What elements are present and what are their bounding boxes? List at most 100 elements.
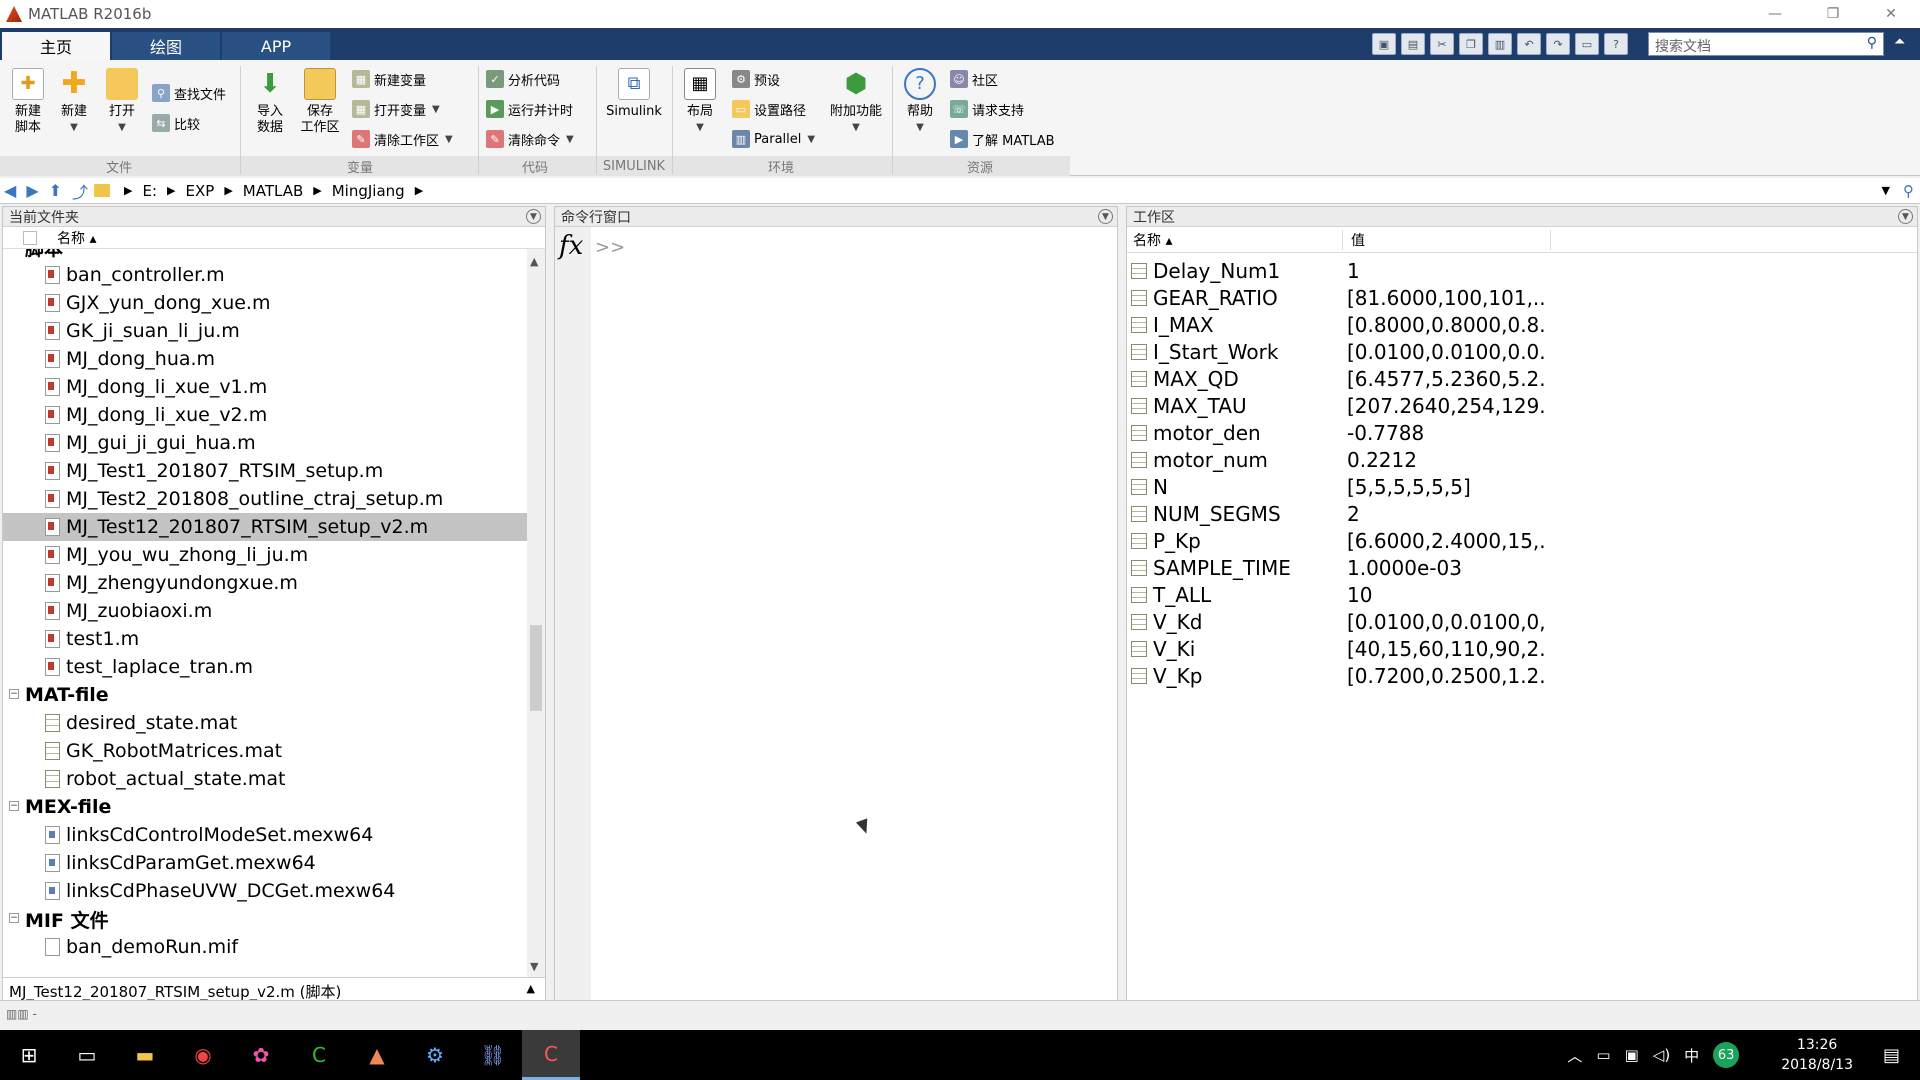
clear-commands-button[interactable]: ✎ 清除命令 ▼ xyxy=(486,128,574,150)
compare-button[interactable]: ⇆ 比较 xyxy=(152,112,200,134)
matlab-taskbar-icon[interactable]: ▲ xyxy=(348,1030,406,1080)
file-item[interactable]: desired_state.mat xyxy=(3,709,527,737)
simulink-button[interactable]: ⧉ Simulink xyxy=(604,68,664,158)
restore-button[interactable]: ❐ xyxy=(1804,0,1862,28)
breadcrumb-drive[interactable]: E: xyxy=(143,182,158,200)
save-workspace-button[interactable]: 保存 工作区 xyxy=(292,68,348,158)
undo-icon[interactable]: ↶ xyxy=(1517,33,1541,55)
file-item[interactable]: ban_controller.m xyxy=(3,261,527,289)
camtasia-icon[interactable]: C xyxy=(290,1030,348,1080)
browse-folder-icon[interactable]: ⤴ xyxy=(72,179,88,203)
up-folder-icon[interactable]: ⬆ xyxy=(49,181,62,200)
workspace-row[interactable]: V_Ki [40,15,60,110,90,2... xyxy=(1127,635,1907,662)
scroll-thumb[interactable] xyxy=(530,625,542,711)
collapse-ribbon-icon[interactable]: ⏶ xyxy=(1894,34,1905,50)
layout-button[interactable]: ▦ 布局 ▼ xyxy=(672,68,728,158)
workspace-row[interactable]: Delay_Num1 1 xyxy=(1127,257,1907,284)
tray-expand-icon[interactable]: ︿ xyxy=(1567,1045,1582,1066)
file-item[interactable]: GJX_yun_dong_xue.m xyxy=(3,289,527,317)
file-item[interactable]: linksCdPhaseUVW_DCGet.mexw64 xyxy=(3,877,527,905)
switch-windows-icon[interactable]: ▭ xyxy=(1575,33,1599,55)
scroll-up-icon[interactable]: ▲ xyxy=(530,255,538,268)
search-icon[interactable]: ⚲ xyxy=(1867,35,1877,51)
section-mat-file[interactable]: − MAT-file xyxy=(3,681,527,709)
ime-indicator[interactable]: 中 xyxy=(1684,1045,1699,1066)
workspace-row[interactable]: motor_den -0.7788 xyxy=(1127,419,1907,446)
file-item[interactable]: MJ_you_wu_zhong_li_ju.m xyxy=(3,541,527,569)
workspace-row[interactable]: V_Kd [0.0100,0,0.0100,0,... xyxy=(1127,608,1907,635)
section-mex-file[interactable]: − MEX-file xyxy=(3,793,527,821)
function-browser-icon[interactable]: fx xyxy=(559,231,583,261)
file-item[interactable]: MJ_dong_li_xue_v1.m xyxy=(3,373,527,401)
scroll-down-icon[interactable]: ▼ xyxy=(530,960,538,973)
forward-arrow-icon[interactable]: ▶ xyxy=(26,181,38,200)
file-explorer-icon[interactable]: ▬ xyxy=(116,1030,174,1080)
help-icon[interactable]: ? xyxy=(1604,33,1628,55)
folder-scrollbar[interactable]: ▲ ▼ xyxy=(527,249,545,977)
file-item[interactable]: GK_ji_suan_li_ju.m xyxy=(3,317,527,345)
import-data-button[interactable]: ⬇ 导入 数据 xyxy=(242,68,298,158)
collapse-section-icon[interactable]: − xyxy=(9,689,19,699)
workspace-col-name[interactable]: 名称 ▴ xyxy=(1133,229,1343,250)
file-item[interactable]: test1.m xyxy=(3,625,527,653)
open-button[interactable]: 打开 ▼ xyxy=(94,68,150,158)
settings-app-icon[interactable]: ⚙ xyxy=(406,1030,464,1080)
new-variable-button[interactable]: ▦ 新建变量 xyxy=(352,68,426,90)
workspace-row[interactable]: P_Kp [6.6000,2.4000,15,... xyxy=(1127,527,1907,554)
workspace-row[interactable]: GEAR_RATIO [81.6000,100,101,... xyxy=(1127,284,1907,311)
color-app-icon[interactable]: ✿ xyxy=(232,1030,290,1080)
collapse-section-icon[interactable]: − xyxy=(9,913,19,923)
workspace-row[interactable]: I_MAX [0.8000,0.8000,0.8... xyxy=(1127,311,1907,338)
copy-icon[interactable]: ❐ xyxy=(1459,33,1483,55)
back-arrow-icon[interactable]: ◀ xyxy=(4,181,16,200)
workspace-row[interactable]: N [5,5,5,5,5,5] xyxy=(1127,473,1907,500)
notification-icon[interactable]: ▤ xyxy=(1883,1045,1900,1066)
clear-workspace-button[interactable]: ✎ 清除工作区 ▼ xyxy=(352,128,453,150)
section-mif-file[interactable]: − MIF 文件 xyxy=(3,905,527,933)
minimize-button[interactable]: — xyxy=(1746,0,1804,28)
breadcrumb-matlab[interactable]: MATLAB xyxy=(243,182,303,200)
file-item[interactable]: linksCdControlModeSet.mexw64 xyxy=(3,821,527,849)
start-button[interactable]: ⊞ xyxy=(0,1030,58,1080)
file-item[interactable]: linksCdParamGet.mexw64 xyxy=(3,849,527,877)
workspace-row[interactable]: MAX_QD [6.4577,5.2360,5.2... xyxy=(1127,365,1907,392)
learn-matlab-button[interactable]: ▶ 了解 MATLAB xyxy=(950,128,1055,150)
tab-home[interactable]: 主页 xyxy=(2,32,110,60)
request-support-button[interactable]: ☏ 请求支持 xyxy=(950,98,1024,120)
workspace-row[interactable]: MAX_TAU [207.2640,254,129.... xyxy=(1127,392,1907,419)
find-files-button[interactable]: ⚲ 查找文件 xyxy=(152,82,226,104)
quick-access-icon[interactable]: ▣ xyxy=(1372,33,1396,55)
details-expand-icon[interactable]: ▲ xyxy=(527,982,535,995)
workspace-col-value[interactable]: 值 xyxy=(1351,229,1551,250)
open-variable-button[interactable]: ▦ 打开变量 ▼ xyxy=(352,98,440,120)
analyze-code-button[interactable]: ✓ 分析代码 xyxy=(486,68,560,90)
tab-apps[interactable]: APP xyxy=(222,32,330,60)
run-and-time-button[interactable]: ▶ 运行并计时 xyxy=(486,98,573,120)
network-icon[interactable]: ▣ xyxy=(1625,1046,1639,1064)
file-item[interactable]: GK_RobotMatrices.mat xyxy=(3,737,527,765)
system-clock[interactable]: 13:26 2018/8/13 xyxy=(1781,1035,1853,1075)
breadcrumb-exp[interactable]: EXP xyxy=(186,182,215,200)
volume-icon[interactable]: ◁) xyxy=(1653,1046,1670,1064)
section-scripts[interactable]: 脚本 xyxy=(3,249,527,261)
close-button[interactable]: ✕ xyxy=(1862,0,1920,28)
file-item[interactable]: MJ_dong_hua.m xyxy=(3,345,527,373)
file-item[interactable]: ban_demoRun.mif xyxy=(3,933,527,961)
set-path-button[interactable]: ▭ 设置路径 xyxy=(732,98,806,120)
help-button[interactable]: ? 帮助 ▼ xyxy=(892,68,948,158)
collapse-section-icon[interactable]: − xyxy=(9,801,19,811)
file-item[interactable]: MJ_gui_ji_gui_hua.m xyxy=(3,429,527,457)
task-view-icon[interactable]: ▭ xyxy=(58,1030,116,1080)
workspace-row[interactable]: SAMPLE_TIME 1.0000e-03 xyxy=(1127,554,1907,581)
tab-plots[interactable]: 绘图 xyxy=(112,32,220,60)
file-item[interactable]: test_laplace_tran.m xyxy=(3,653,527,681)
address-dropdown-icon[interactable]: ▼ xyxy=(1882,184,1890,197)
chrome-icon[interactable]: ◉ xyxy=(174,1030,232,1080)
community-button[interactable]: ☺ 社区 xyxy=(950,68,998,90)
search-docs-input[interactable]: 搜索文档 ⚲ xyxy=(1648,32,1884,56)
breadcrumb-mingjiang[interactable]: MingJiang xyxy=(332,182,405,200)
search-folder-icon[interactable]: ⚲ xyxy=(1903,182,1914,200)
recorder-app-icon[interactable]: C xyxy=(522,1030,580,1080)
folder-column-header[interactable]: 名称 ▴ xyxy=(3,227,545,249)
battery-icon[interactable]: ▭ xyxy=(1596,1046,1610,1064)
